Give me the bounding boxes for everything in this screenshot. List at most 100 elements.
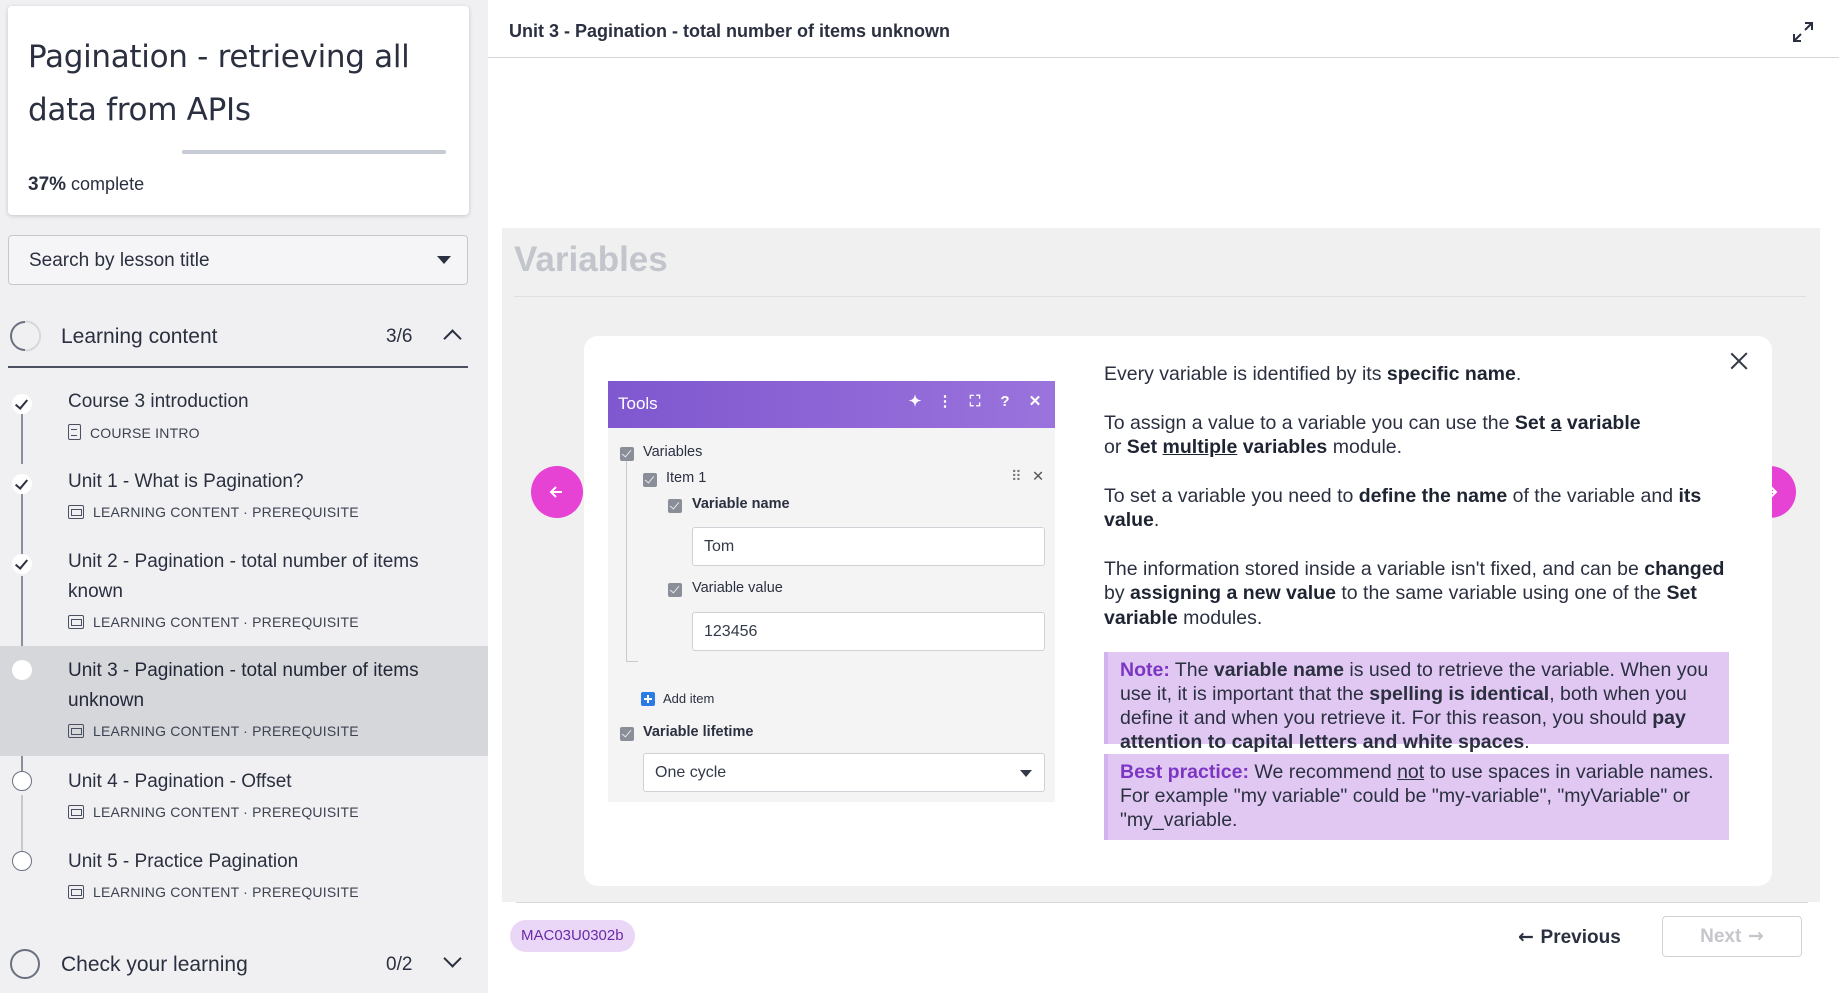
lesson-item-unit-3[interactable]: Unit 3 - Pagination - total number of it… <box>0 646 488 756</box>
checkbox-variables <box>620 447 634 461</box>
text-underline: not <box>1397 761 1425 783</box>
tools-panel-illustration: Tools ✦ ⋮ ⛶ ? ✕ Variables Item 1 ⠿ ✕ Var… <box>608 381 1055 802</box>
course-progress-bar <box>182 150 446 154</box>
text-emphasis: Set a variable <box>1515 412 1641 434</box>
lesson-title: Unit 2 - Pagination - total number of it… <box>68 551 419 602</box>
text-emphasis: spelling is identical <box>1369 683 1550 705</box>
course-progress-fill <box>182 150 280 154</box>
explanation-paragraph: To assign a value to a variable you can … <box>1104 411 1744 460</box>
section-progress-ring-icon <box>3 314 47 358</box>
tools-panel-header: Tools ✦ ⋮ ⛶ ? ✕ <box>608 381 1055 428</box>
lesson-item-unit-2[interactable]: Unit 2 - Pagination - total number of it… <box>0 546 488 646</box>
arrow-right-icon: → <box>1741 925 1764 947</box>
item-label: Item 1 <box>666 470 707 486</box>
variable-name-field: Tom <box>692 527 1045 566</box>
course-progress-text: 37% complete <box>28 174 144 196</box>
explanation-text: Every variable is identified by its spec… <box>1104 362 1744 654</box>
chevron-up-icon[interactable] <box>443 329 462 348</box>
previous-label: Previous <box>1540 927 1621 948</box>
add-item-label: Add item <box>663 691 715 706</box>
note-callout: Note: The variable name is used to retri… <box>1104 652 1729 753</box>
lesson-item-unit-4[interactable]: Unit 4 - Pagination - Offset LEARNING CO… <box>0 766 488 836</box>
lesson-meta-text: LEARNING CONTENT · PREREQUISITE <box>93 723 359 739</box>
section-title: Check your learning <box>61 953 248 976</box>
section-learning-content-header[interactable]: Learning content 3/6 <box>3 305 468 365</box>
slide-card: Tools ✦ ⋮ ⛶ ? ✕ Variables Item 1 ⠿ ✕ Var… <box>584 336 1772 886</box>
course-progress-card: Pagination - retrieving all data from AP… <box>8 6 469 215</box>
text-run: . <box>1515 363 1522 385</box>
text-run: To set a variable you need to <box>1104 484 1359 507</box>
best-practice-callout: Best practice: We recommend not to use s… <box>1104 754 1729 840</box>
previous-lesson-button[interactable]: ← Previous <box>1518 918 1621 956</box>
lesson-item-course-intro[interactable]: Course 3 introduction COURSE INTRO <box>0 386 488 456</box>
lesson-search-placeholder: Search by lesson title <box>29 250 210 271</box>
current-unit-title: Unit 3 - Pagination - total number of it… <box>509 21 950 41</box>
text-run: modules. <box>1177 606 1263 629</box>
lesson-complete-check-icon <box>12 474 32 494</box>
explanation-paragraph: To set a variable you need to define the… <box>1104 484 1744 533</box>
sparkle-icon: ✦ <box>908 393 922 410</box>
text-run: The <box>1169 659 1214 681</box>
lesson-meta: LEARNING CONTENT · PREREQUISITE <box>68 504 359 520</box>
lesson-meta-text: LEARNING CONTENT · PREREQUISITE <box>93 804 359 820</box>
lesson-meta: LEARNING CONTENT · PREREQUISITE <box>68 804 359 820</box>
lesson-search-dropdown[interactable]: Search by lesson title <box>8 235 468 285</box>
lesson-title: Unit 5 - Practice Pagination <box>68 851 299 872</box>
text-emphasis: assigning a new value <box>1130 582 1336 604</box>
section-divider <box>8 366 468 368</box>
text-run: variables <box>1237 436 1328 458</box>
text-underline: multiple <box>1162 436 1238 458</box>
slide-frame: Variables Tools ✦ ⋮ ⛶ ? ✕ Variables Item… <box>502 228 1820 902</box>
lesson-meta: LEARNING CONTENT · PREREQUISITE <box>68 614 359 630</box>
lesson-item-unit-5[interactable]: Unit 5 - Practice Pagination LEARNING CO… <box>0 846 488 916</box>
text-run: The information stored inside a variable… <box>1104 557 1645 580</box>
lesson-complete-check-icon <box>12 394 32 414</box>
checkbox-variable-name <box>668 499 682 513</box>
section-check-your-learning-header[interactable]: Check your learning 0/2 <box>8 933 468 993</box>
text-emphasis: define the name <box>1358 484 1508 507</box>
lesson-meta-text: LEARNING CONTENT · PREREQUISITE <box>93 504 359 520</box>
tree-line <box>626 661 638 662</box>
slide-previous-button[interactable] <box>531 466 583 518</box>
checkbox-lifetime <box>620 727 634 741</box>
text-run: or <box>1104 436 1127 458</box>
lesson-meta: LEARNING CONTENT · PREREQUISITE <box>68 884 359 900</box>
lesson-incomplete-circle-icon <box>12 851 32 871</box>
text-run: Set <box>1514 411 1551 434</box>
text-run: module. <box>1327 436 1403 458</box>
text-emphasis: changed <box>1644 557 1725 580</box>
maximize-icon: ⛶ <box>969 393 981 410</box>
text-emphasis: variable name <box>1213 659 1344 681</box>
lifetime-label: Variable lifetime <box>643 724 754 740</box>
text-underline: a <box>1550 411 1562 434</box>
close-icon: ✕ <box>1028 393 1042 410</box>
arrow-left-icon: ← <box>1518 926 1541 948</box>
drag-handle-icon: ⠿ <box>1011 469 1022 485</box>
checkbox-variable-value <box>668 583 682 597</box>
lesson-top-bar: Unit 3 - Pagination - total number of it… <box>488 6 1839 58</box>
text-emphasis: Set multiple variables <box>1127 436 1328 458</box>
best-practice-lead: Best practice: <box>1120 761 1249 783</box>
section-count: 3/6 <box>386 326 413 347</box>
lesson-incomplete-circle-icon <box>12 771 32 791</box>
slide-heading: Variables <box>514 240 668 279</box>
next-lesson-button[interactable]: Next → <box>1662 916 1802 957</box>
variable-value-label: Variable value <box>692 580 783 596</box>
close-icon: ✕ <box>1032 469 1045 485</box>
chevron-down-icon[interactable] <box>443 949 462 968</box>
section-count: 0/2 <box>386 954 413 975</box>
add-item-plus-icon <box>641 692 655 706</box>
document-icon <box>68 424 81 440</box>
note-lead: Note: <box>1120 659 1170 681</box>
lesson-title: Unit 4 - Pagination - Offset <box>68 771 292 792</box>
variable-name-label: Variable name <box>692 496 790 512</box>
lesson-item-unit-1[interactable]: Unit 1 - What is Pagination? LEARNING CO… <box>0 466 488 536</box>
text-run: Every variable is identified by its <box>1104 363 1387 385</box>
expand-fullscreen-icon[interactable] <box>1791 20 1815 44</box>
text-run: . <box>1524 731 1530 753</box>
variable-value-field: 123456 <box>692 612 1045 651</box>
section-progress-ring-icon <box>10 949 40 979</box>
tree-line <box>626 453 627 661</box>
lesson-current-dot-icon <box>12 660 32 680</box>
footer-divider <box>516 902 1808 903</box>
